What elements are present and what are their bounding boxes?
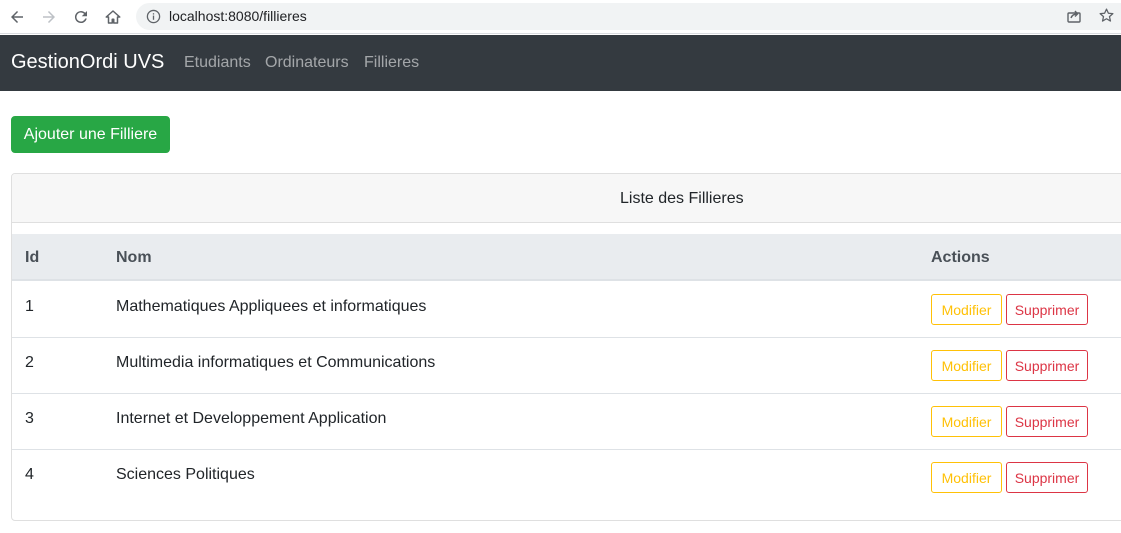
column-header-actions: Actions [931, 249, 990, 266]
row-id: 4 [25, 466, 34, 483]
row-id: 1 [25, 298, 34, 315]
modifier-button[interactable]: Modifier [931, 294, 1002, 325]
supprimer-button[interactable]: Supprimer [1006, 294, 1088, 325]
supprimer-button[interactable]: Supprimer [1006, 406, 1088, 437]
card-title: Liste des Fillieres [620, 190, 744, 207]
address-bar[interactable]: localhost:8080/fillieres [136, 3, 1121, 30]
row-nom: Internet et Developpement Application [116, 410, 387, 427]
modifier-button[interactable]: Modifier [931, 350, 1002, 381]
table-row: 3 Internet et Developpement Application … [12, 394, 1121, 450]
back-arrow-icon[interactable] [6, 6, 28, 28]
column-header-id: Id [25, 249, 40, 266]
reload-icon[interactable] [70, 6, 92, 28]
column-header-nom: Nom [116, 249, 152, 266]
forward-arrow-icon[interactable] [38, 6, 60, 28]
row-id: 3 [25, 410, 34, 427]
supprimer-button[interactable]: Supprimer [1006, 350, 1088, 381]
url-text[interactable]: localhost:8080/fillieres [169, 8, 307, 24]
site-info-icon[interactable] [146, 9, 161, 24]
table-row: 1 Mathematiques Appliquees et informatiq… [12, 282, 1121, 338]
row-id: 2 [25, 354, 34, 371]
row-nom: Multimedia informatiques et Communicatio… [116, 354, 436, 371]
browser-toolbar: localhost:8080/fillieres [0, 0, 1121, 34]
nav-link-etudiants[interactable]: Etudiants [184, 54, 251, 72]
share-icon[interactable] [1066, 8, 1082, 24]
table-row: 4 Sciences Politiques Modifier Supprimer [12, 450, 1121, 506]
table-row: 2 Multimedia informatiques et Communicat… [12, 338, 1121, 394]
home-icon[interactable] [102, 6, 124, 28]
fillieres-card: Liste des Fillieres Id Nom Actions 1 Mat… [11, 173, 1121, 521]
supprimer-button[interactable]: Supprimer [1006, 462, 1088, 493]
modifier-button[interactable]: Modifier [931, 462, 1002, 493]
row-nom: Sciences Politiques [116, 466, 255, 483]
top-navbar: GestionOrdi UVS Etudiants Ordinateurs Fi… [0, 35, 1121, 91]
add-filliere-button[interactable]: Ajouter une Filliere [11, 116, 170, 153]
nav-link-fillieres[interactable]: Fillieres [364, 54, 419, 72]
navbar-brand[interactable]: GestionOrdi UVS [11, 51, 164, 74]
bookmark-star-icon[interactable] [1098, 7, 1115, 24]
card-header: Liste des Fillieres [12, 174, 1121, 223]
modifier-button[interactable]: Modifier [931, 406, 1002, 437]
nav-link-ordinateurs[interactable]: Ordinateurs [265, 54, 349, 72]
row-nom: Mathematiques Appliquees et informatique… [116, 298, 427, 315]
table-header: Id Nom Actions [12, 234, 1121, 281]
